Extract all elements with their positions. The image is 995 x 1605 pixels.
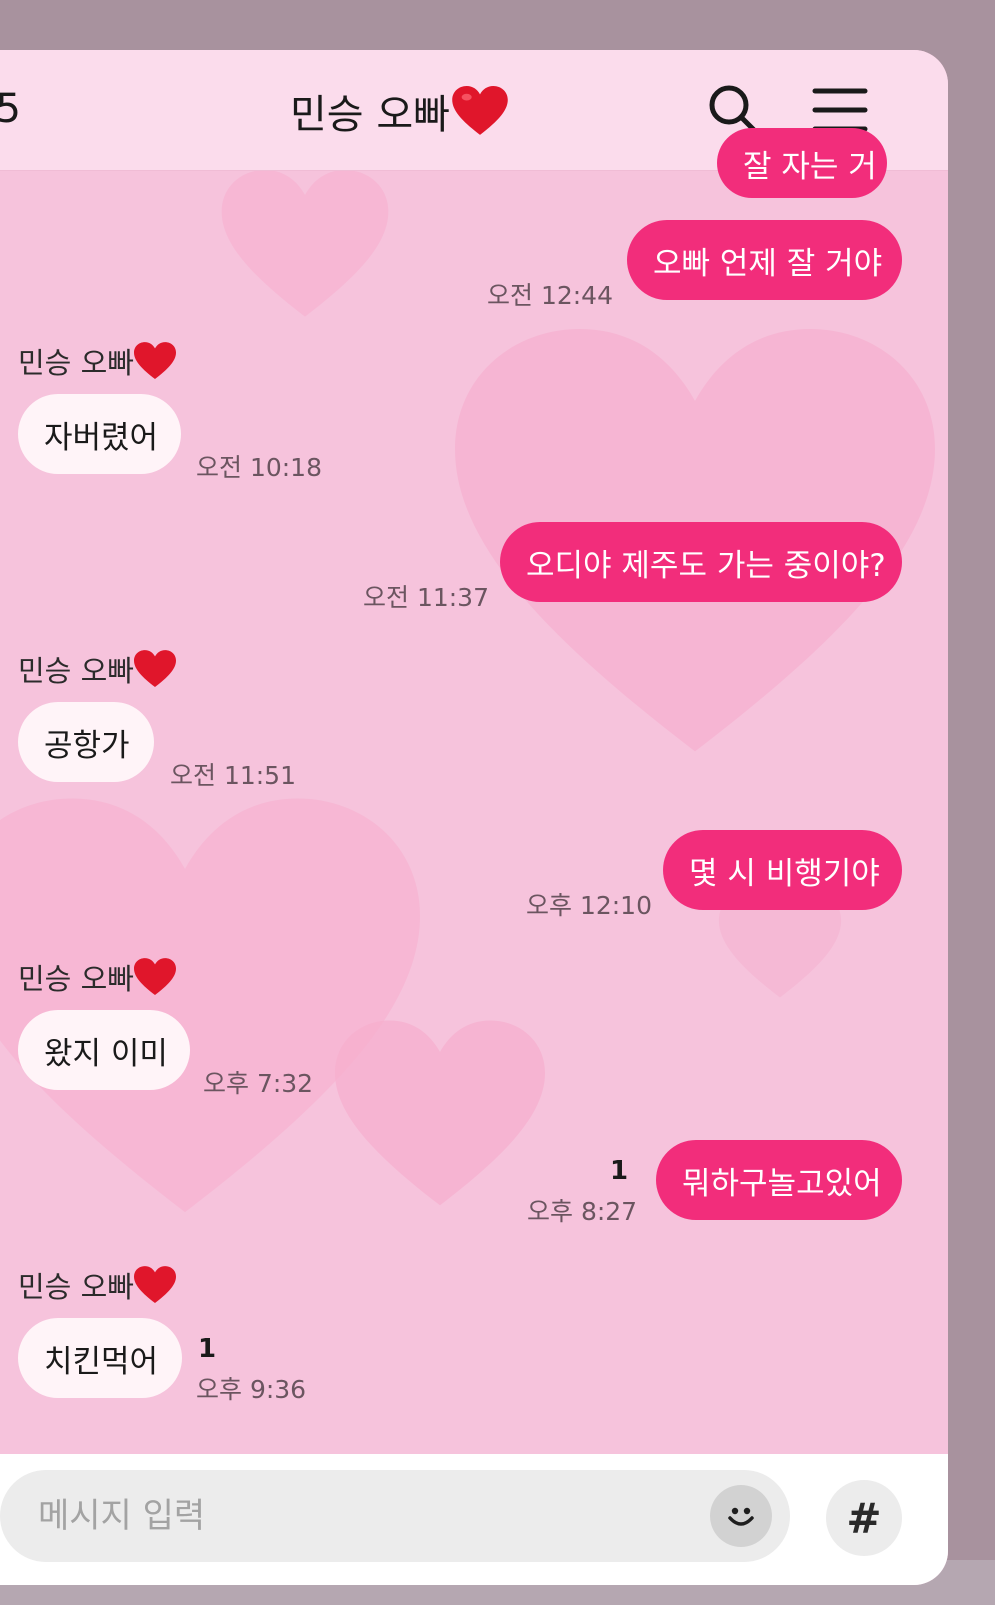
menu-icon <box>812 88 868 132</box>
sender-name: 민승 오빠 <box>18 340 176 382</box>
message-text: 잘 자는 거 <box>743 148 877 185</box>
heart-emoji-icon <box>133 1266 176 1304</box>
message-text: 공항가 <box>44 727 130 764</box>
heart-emoji-icon <box>133 958 176 996</box>
message-bubble-sent[interactable]: 뭐하구놀고있어 <box>656 1140 902 1220</box>
message-time: 오후 7:32 <box>203 1069 314 1098</box>
message-input[interactable] <box>36 1495 680 1537</box>
message-text: 뭐하구놀고있어 <box>682 1165 882 1202</box>
message-input-container <box>0 1470 790 1562</box>
message-time: 오후 9:36 <box>196 1375 307 1404</box>
message-text: 오빠 언제 잘 거야 <box>653 245 883 282</box>
heart-emoji-icon <box>133 650 176 688</box>
message-bubble-sent[interactable]: 오빠 언제 잘 거야 <box>627 220 902 300</box>
sender-name-text: 민승 오빠 <box>18 962 134 996</box>
message-time: 오전 11:51 <box>170 761 296 790</box>
message-input-bar: # <box>0 1454 948 1585</box>
message-text: 오디야 제주도 가는 중이야? <box>526 547 886 584</box>
sender-name: 민승 오빠 <box>18 648 176 690</box>
message-bubble-received[interactable]: 공항가 <box>18 702 154 782</box>
message-bubble-sent-partial[interactable]: 잘 자는 거 <box>717 128 887 198</box>
unread-indicator: 1 <box>198 1334 217 1364</box>
chat-window: 35 민승 오빠 잘 자는 거 오 <box>0 50 948 1585</box>
message-bubble-sent[interactable]: 몇 시 비행기야 <box>663 830 902 910</box>
message-bubble-received[interactable]: 왔지 이미 <box>18 1010 190 1090</box>
chat-title-text: 민승 오빠 <box>290 92 450 138</box>
message-text: 몇 시 비행기야 <box>689 855 880 892</box>
unread-count-fragment: 35 <box>0 86 21 132</box>
emoji-button[interactable] <box>710 1485 772 1547</box>
message-time: 오전 10:18 <box>196 453 322 482</box>
message-list[interactable]: 잘 자는 거 오전 12:44 오빠 언제 잘 거야 민승 오빠 자버렸어 오전… <box>0 128 948 1505</box>
message-time: 오전 11:37 <box>363 583 489 612</box>
unread-indicator: 1 <box>610 1156 629 1186</box>
sender-name: 민승 오빠 <box>18 1264 176 1306</box>
sender-name-text: 민승 오빠 <box>18 1270 134 1304</box>
message-time: 오전 12:44 <box>487 281 613 310</box>
sender-name: 민승 오빠 <box>18 956 176 998</box>
chat-title: 민승 오빠 <box>290 82 508 140</box>
heart-emoji-icon <box>452 86 508 135</box>
heart-emoji-icon <box>133 342 176 380</box>
hashtag-label: # <box>846 1493 882 1543</box>
emoji-icon <box>728 1507 754 1526</box>
message-time: 오후 12:10 <box>526 891 652 920</box>
message-bubble-received[interactable]: 자버렸어 <box>18 394 181 474</box>
message-text: 자버렸어 <box>44 419 159 456</box>
message-bubble-received[interactable]: 치킨먹어 <box>18 1318 182 1398</box>
message-time: 오후 8:27 <box>527 1197 638 1226</box>
sender-name-text: 민승 오빠 <box>18 654 134 688</box>
sender-name-text: 민승 오빠 <box>18 346 134 380</box>
message-bubble-sent[interactable]: 오디야 제주도 가는 중이야? <box>500 522 902 602</box>
hashtag-button[interactable]: # <box>826 1480 902 1556</box>
message-text: 왔지 이미 <box>44 1035 168 1072</box>
message-text: 치킨먹어 <box>44 1343 159 1380</box>
